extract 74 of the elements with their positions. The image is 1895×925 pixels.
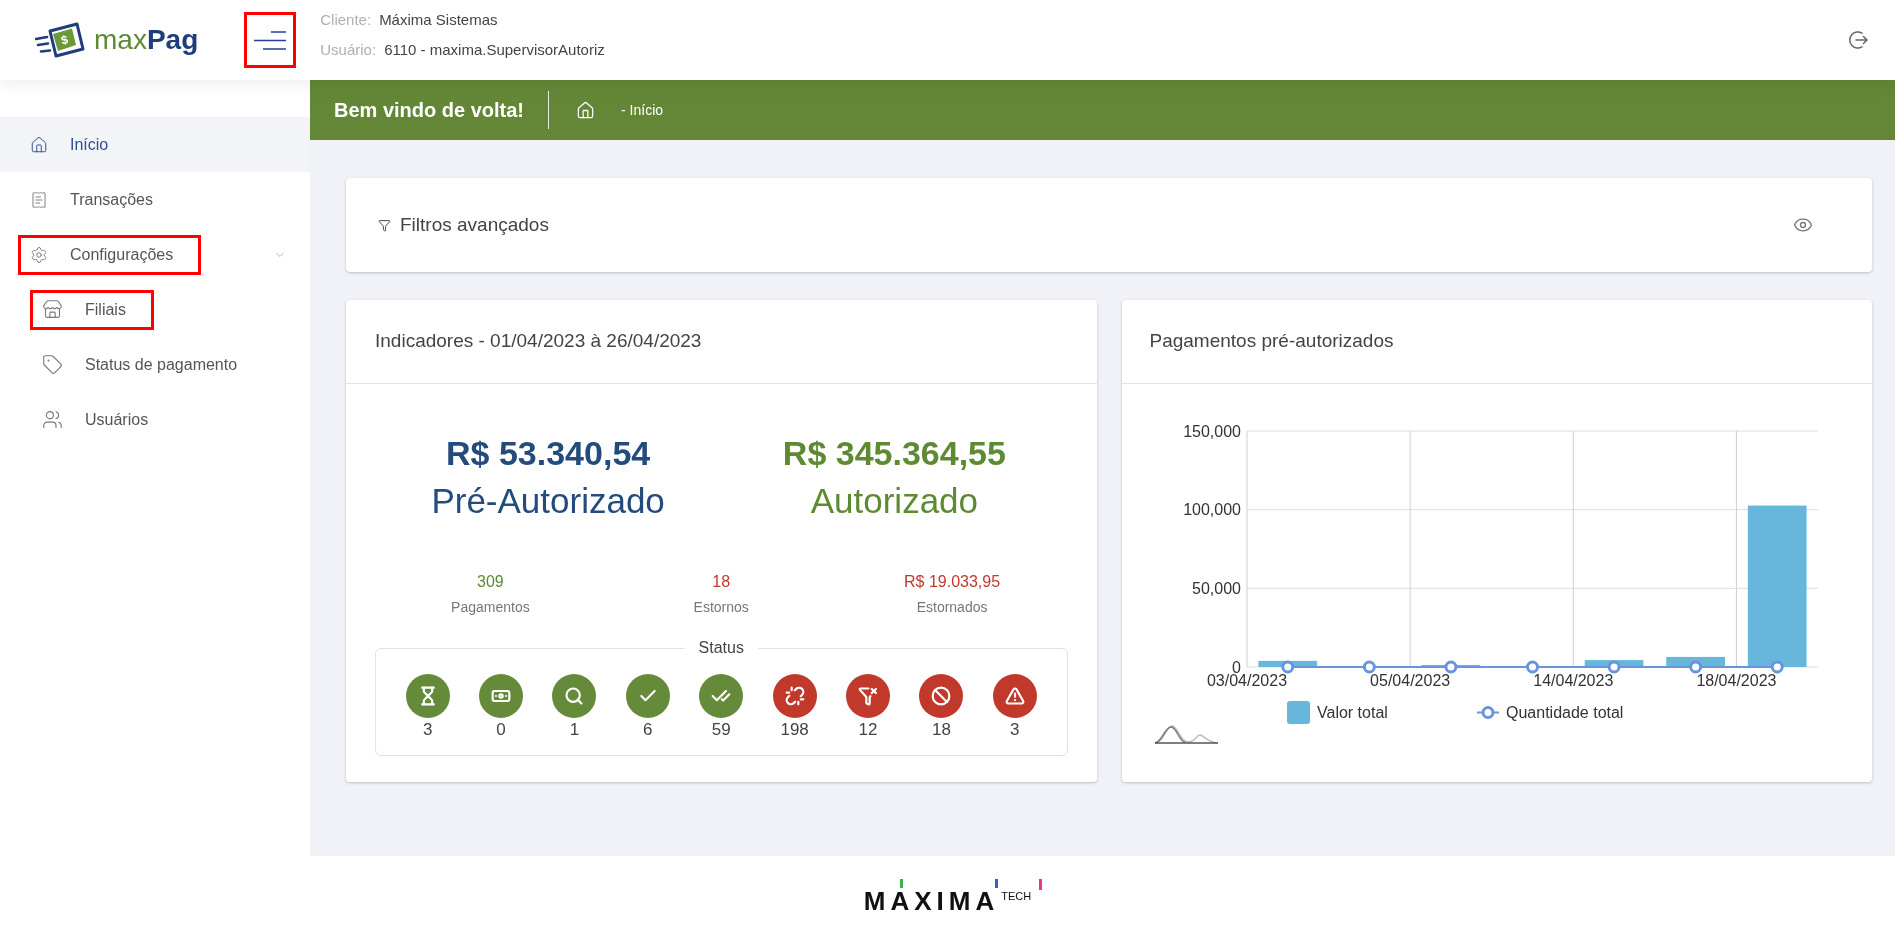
stat-label: Estornados (916, 598, 988, 617)
chart-point (1607, 660, 1621, 674)
status-count: 0 (496, 720, 506, 740)
chart-point (1688, 660, 1702, 674)
field-value: Máxima Sistemas (379, 10, 498, 30)
filter-icon (378, 218, 391, 232)
logo-wordmark: MAXIMA (863, 888, 1000, 914)
status-count: 3 (422, 720, 433, 740)
ban-icon[interactable] (919, 674, 964, 718)
accent-tick-icon (899, 879, 903, 888)
card-title[interactable]: Filtros avançados (400, 210, 549, 240)
logout-icon[interactable] (1848, 30, 1868, 50)
axis-label: 03/04/2023 (1206, 672, 1287, 689)
status-count: 6 (643, 720, 653, 740)
axis-label: 18/04/2023 (1695, 672, 1776, 689)
field-value: 6110 - maxima.SupervisorAutoriz (384, 40, 605, 60)
status-count: 1 (569, 720, 580, 740)
funnel-x-icon[interactable] (846, 674, 890, 718)
users-icon (42, 409, 63, 430)
receipt-icon (30, 190, 48, 209)
status-count: 198 (780, 720, 809, 740)
stat-label: Estornos (693, 598, 749, 617)
stat-value: 309 (477, 572, 504, 592)
status-count: 18 (931, 720, 951, 740)
field-label: Cliente: (320, 10, 372, 30)
chart-point (1525, 660, 1539, 674)
logo-text: maxPag (94, 24, 199, 56)
status-count: 12 (858, 720, 878, 740)
field-label: Usuário: (320, 40, 377, 60)
tag-icon (42, 354, 63, 375)
legend-label: Valor total (1316, 704, 1388, 722)
breadcrumb-label: - Início (621, 100, 664, 120)
card-title: Indicadores - 01/04/2023 à 26/04/2023 (375, 329, 702, 354)
chart-point (1280, 660, 1294, 674)
sidebar-item[interactable]: Início (0, 117, 310, 172)
legend-label: Quantidade total (1505, 704, 1623, 722)
hourglass-icon[interactable] (405, 674, 450, 718)
status-count: 3 (1010, 720, 1020, 740)
amount-value: R$ 345.364,55 (782, 433, 1006, 473)
search-icon[interactable] (552, 674, 597, 718)
axis-label: 05/04/2023 (1369, 672, 1450, 689)
stat-label: Pagamentos (451, 598, 530, 617)
axis-label: 100,000 (1182, 501, 1241, 519)
warning-icon[interactable] (992, 674, 1037, 718)
store-icon (42, 299, 63, 320)
banknote-icon[interactable] (479, 674, 524, 718)
accent-tick-icon (1038, 879, 1042, 890)
gear-icon (30, 245, 48, 264)
menu-icon (254, 30, 287, 50)
double-check-icon[interactable] (699, 674, 744, 718)
amount-label: Autorizado (810, 480, 979, 522)
chart-point (1362, 660, 1376, 674)
legend-marker-icon (1475, 706, 1500, 719)
check-icon[interactable] (625, 674, 670, 718)
axis-label: 150,000 (1182, 422, 1241, 440)
stat-value: R$ 19.033,95 (904, 572, 1001, 592)
menu-button[interactable] (244, 12, 297, 68)
stat-value: 18 (712, 572, 731, 592)
status-count: 59 (711, 720, 731, 740)
legend-swatch-icon (1286, 701, 1310, 724)
curves-icon (1153, 725, 1219, 744)
axis-label: 50,000 (1191, 579, 1241, 597)
chart-point (1443, 660, 1457, 674)
banner-title: Bem vindo de volta! (334, 98, 525, 123)
amount-value: R$ 53.340,54 (446, 433, 651, 473)
accent-tick-icon (994, 879, 998, 888)
card-title: Pagamentos pré-autorizados (1149, 329, 1394, 354)
broken-link-icon[interactable] (772, 674, 817, 718)
home-icon[interactable] (576, 100, 596, 120)
axis-label: 14/04/2023 (1532, 672, 1613, 689)
logo-suffix: TECH (1001, 890, 1032, 902)
home-icon (30, 135, 48, 154)
chart-point (1770, 660, 1784, 674)
amount-label: Pré-Autorizado (431, 480, 665, 522)
